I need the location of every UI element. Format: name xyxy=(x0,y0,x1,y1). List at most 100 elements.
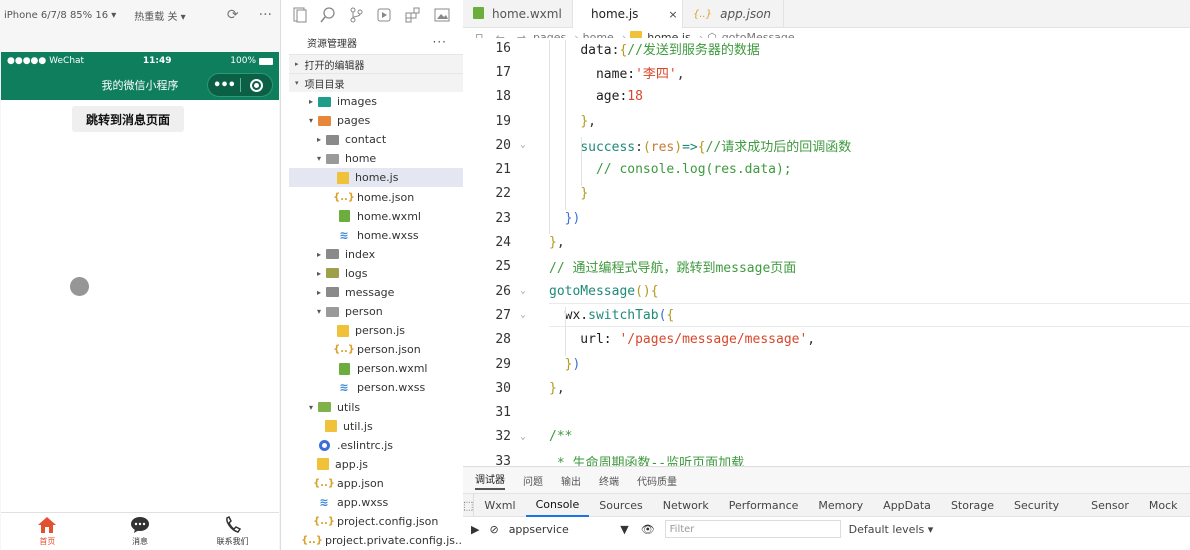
open-editors-section[interactable]: ▸ 打开的编辑器 xyxy=(289,54,463,73)
tab-contact[interactable]: 联系我们 xyxy=(186,513,279,550)
tree-item[interactable]: ▸ index xyxy=(289,245,463,264)
tree-item[interactable]: ▾ person xyxy=(289,302,463,321)
debug-icon[interactable] xyxy=(376,7,392,23)
code-text: data:{//发送到服务器的数据 xyxy=(549,39,760,58)
devtools-tab-network[interactable]: Network xyxy=(653,493,719,517)
tree-item[interactable]: {..} home.json xyxy=(289,187,463,206)
code-token: //请求成功后的回调函数 xyxy=(705,139,852,155)
fold-chevron-icon[interactable]: ⌄ xyxy=(511,432,535,442)
tree-item[interactable]: ▾ home xyxy=(289,149,463,168)
explorer-more-icon[interactable]: ··· xyxy=(433,35,447,49)
tree-item[interactable]: ▸ images xyxy=(289,92,463,111)
devtools-tab-appdata[interactable]: AppData xyxy=(873,493,941,517)
tree-item-label: person.wxml xyxy=(357,362,428,376)
editor-tab[interactable]: {..} app.json xyxy=(683,0,785,28)
editor-tab[interactable]: home.js × xyxy=(573,0,683,28)
device-select[interactable]: iPhone 6/7/8 85% 16 ▾ xyxy=(4,10,116,21)
devtools-top-tab[interactable]: 问题 xyxy=(523,473,543,488)
devtools-tab-mock[interactable]: Mock xyxy=(1139,493,1188,517)
tree-item[interactable]: {..} project.config.json xyxy=(289,512,463,531)
eye-icon[interactable]: 👁 xyxy=(641,523,655,536)
tree-item[interactable]: {..} project.private.config.js... xyxy=(289,531,463,550)
tree-item[interactable]: home.js xyxy=(289,168,463,188)
folder-icon xyxy=(325,267,339,279)
more-icon[interactable]: ··· xyxy=(259,7,272,23)
levels-select[interactable]: Default levels ▾ xyxy=(849,523,934,536)
files-icon[interactable] xyxy=(293,7,307,23)
tree-item[interactable]: {..} person.json xyxy=(289,340,463,359)
tree-item[interactable]: ▾ utils xyxy=(289,398,463,417)
menu-capsule[interactable]: ••• xyxy=(207,73,273,97)
devtools-tab-sources[interactable]: Sources xyxy=(589,493,653,517)
tree-item-label: .eslintrc.js xyxy=(337,438,394,452)
code-token: (){ xyxy=(635,283,659,299)
devtools-top-tab[interactable]: 终端 xyxy=(599,473,619,488)
tree-item-label: person.json xyxy=(357,343,421,357)
fold-chevron-icon[interactable]: ⌄ xyxy=(511,140,535,150)
hotreload-select[interactable]: 热重载 关 ▾ xyxy=(134,8,185,23)
code-token: // console.log(res.data); xyxy=(595,162,792,178)
inspect-icon[interactable]: ⬚ xyxy=(463,493,475,517)
tree-item-label: app.wxss xyxy=(337,496,389,510)
devtools-tab-memory[interactable]: Memory xyxy=(808,493,873,517)
extensions-icon[interactable] xyxy=(405,7,421,23)
tree-item[interactable]: ▾ pages xyxy=(289,111,463,130)
tree-item[interactable]: app.js xyxy=(289,455,463,474)
tree-item[interactable]: ≋ person.wxss xyxy=(289,378,463,397)
filter-input[interactable]: Filter xyxy=(664,520,841,538)
devtools-tab-console[interactable]: Console xyxy=(525,493,590,517)
js-file-icon xyxy=(337,324,349,337)
tab-contact-label: 联系我们 xyxy=(216,537,249,546)
source-control-icon[interactable] xyxy=(349,7,363,23)
tree-item[interactable]: ≋ home.wxss xyxy=(289,226,463,245)
tree-item[interactable]: ▸ message xyxy=(289,283,463,302)
sidebar-toggle-icon[interactable]: ▶ xyxy=(471,523,479,536)
caret-right-icon: ▸ xyxy=(295,60,299,68)
tree-item[interactable]: {..} app.json xyxy=(289,474,463,493)
clear-console-icon[interactable]: ⊘ xyxy=(489,523,498,536)
devtools-top-tab[interactable]: 输出 xyxy=(561,473,581,488)
tree-item[interactable]: util.js xyxy=(289,417,463,436)
tree-item[interactable]: person.js xyxy=(289,321,463,340)
line-number: 22 xyxy=(495,186,511,202)
code-editor[interactable]: 16 data:{//发送到服务器的数据 17 name:'李四', 18 age:… xyxy=(463,38,1190,466)
devtools-tab-wxml[interactable]: Wxml xyxy=(474,493,525,517)
code-text: } xyxy=(549,186,588,201)
line-number: 23 xyxy=(495,210,511,226)
code-token: ) xyxy=(674,139,683,155)
capsule-close-icon[interactable] xyxy=(241,78,272,92)
devtools-tab-performance[interactable]: Performance xyxy=(719,493,809,517)
tree-item-label: pages xyxy=(337,114,371,128)
tree-item[interactable]: ▸ contact xyxy=(289,130,463,149)
refresh-icon[interactable]: ⟳ xyxy=(227,7,239,23)
tree-item[interactable]: ▸ logs xyxy=(289,264,463,283)
tree-item-label: home xyxy=(345,152,377,166)
project-section[interactable]: ▾ 项目目录 xyxy=(289,73,463,92)
tab-message[interactable]: 消息 xyxy=(94,513,187,550)
fold-chevron-icon[interactable]: ⌄ xyxy=(511,310,535,320)
tree-item-label: home.json xyxy=(357,190,415,204)
search-icon[interactable] xyxy=(320,7,336,23)
editor-tab[interactable]: home.wxml xyxy=(463,0,573,28)
code-token: { xyxy=(697,139,706,155)
capsule-more-icon[interactable]: ••• xyxy=(208,78,240,93)
tab-home[interactable]: 首页 xyxy=(1,513,94,550)
tree-item[interactable]: ≋ app.wxss xyxy=(289,493,463,512)
tree-item[interactable]: home.wxml xyxy=(289,207,463,226)
jump-to-message-button[interactable]: 跳转到消息页面 xyxy=(72,106,184,132)
image-icon[interactable] xyxy=(434,7,450,23)
context-select[interactable]: appservice ▼ xyxy=(509,523,629,536)
tree-item[interactable]: person.wxml xyxy=(289,359,463,378)
devtools-tab-sensor[interactable]: Sensor xyxy=(1081,493,1139,517)
devtools-top-tab[interactable]: 代码质量 xyxy=(637,473,677,488)
devtools-tab-storage[interactable]: Storage xyxy=(941,493,1004,517)
tree-item[interactable]: .eslintrc.js xyxy=(289,436,463,455)
devtools-tab-security[interactable]: Security xyxy=(1004,493,1069,517)
fold-chevron-icon[interactable]: ⌄ xyxy=(511,286,535,296)
tree-item-label: index xyxy=(345,247,376,261)
wxss-file-icon: ≋ xyxy=(319,496,329,510)
close-icon[interactable]: × xyxy=(668,8,677,21)
devtools-top-tab[interactable]: 调试器 xyxy=(475,471,505,490)
code-line: 26 ⌄ gotoMessage(){ xyxy=(463,279,1190,303)
